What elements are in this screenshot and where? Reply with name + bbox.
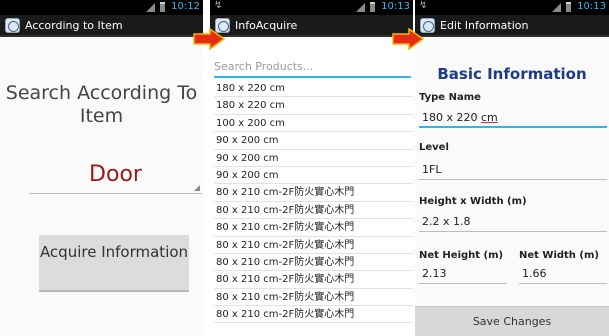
type-name-value: 180 x 220	[422, 111, 478, 124]
download-icon: ↯	[214, 0, 223, 11]
screen-title: InfoAcquire	[235, 19, 298, 32]
battery-icon	[160, 2, 165, 12]
height-width-field[interactable]: 2.2 x 1.8	[419, 212, 607, 232]
type-name-unit: cm	[481, 111, 498, 124]
dropdown-arrow-icon	[194, 185, 200, 191]
app-icon[interactable]	[5, 18, 20, 33]
status-bar: ↯ 10:13	[415, 0, 609, 15]
product-list: 180 x 220 cm 180 x 220 cm 100 x 200 cm 90 x…	[214, 80, 413, 324]
net-height-field[interactable]: 2.13	[419, 264, 507, 284]
list-item[interactable]: 80 x 210 cm-2F防火實心木門	[214, 237, 413, 254]
list-item[interactable]: 180 x 220 cm	[214, 80, 413, 98]
search-label: Search According To Item	[5, 82, 198, 127]
basic-information-heading: Basic Information	[437, 65, 587, 83]
list-item[interactable]: 90 x 200 cm	[214, 132, 413, 150]
status-time: 10:13	[381, 1, 410, 12]
screen-edit-information: ↯ 10:13 Edit Information Basic Informati…	[415, 0, 609, 336]
action-bar: According to Item	[0, 15, 203, 37]
list-item[interactable]: 80 x 210 cm-2F防火實心木門	[214, 254, 413, 272]
screen-info-acquire: ↯ 10:13 InfoAcquire 180 x 220 cm180 x 22…	[210, 0, 413, 336]
download-icon: ↯	[419, 0, 428, 11]
list-item[interactable]: 80 x 210 cm-2F防火實心木門	[214, 202, 413, 220]
level-label: Level	[419, 142, 449, 153]
net-height-label: Net Height (m)	[419, 250, 504, 261]
signal-icon	[551, 3, 561, 12]
list-item[interactable]: 180 x 220 cm	[214, 97, 413, 115]
signal-icon	[145, 3, 155, 12]
list-item[interactable]: 80 x 210 cm-2F防火實心木門	[214, 184, 413, 202]
screen-according-to-item: 10:12 According to Item Search According…	[0, 0, 203, 336]
screen-title: Edit Information	[440, 19, 529, 32]
list-item[interactable]: 80 x 210 cm-2F防火實心木門	[214, 271, 413, 289]
net-width-label: Net Width (m)	[519, 250, 599, 261]
action-bar: InfoAcquire	[210, 15, 413, 37]
list-item[interactable]: 100 x 200 cm	[214, 115, 413, 133]
signal-icon	[355, 3, 365, 12]
type-name-field[interactable]: 180 x 220 cm	[419, 108, 607, 128]
list-item[interactable]: 80 x 210 cm-2F防火實心木門	[214, 306, 413, 324]
item-spinner[interactable]: Door	[29, 160, 202, 194]
list-item[interactable]: 90 x 200 cm	[214, 150, 413, 167]
type-name-label: Type Name	[419, 92, 481, 103]
search-products-field[interactable]	[214, 58, 411, 78]
save-changes-button[interactable]: Save Changes	[415, 306, 609, 336]
list-item[interactable]: 90 x 200 cm	[214, 167, 413, 185]
net-width-field[interactable]: 1.66	[519, 264, 607, 284]
acquire-information-button[interactable]: Acquire Information	[39, 235, 189, 292]
list-item[interactable]: 80 x 210 cm-2F防火實心木門	[214, 289, 413, 307]
action-bar: Edit Information	[415, 15, 609, 37]
status-time: 10:13	[577, 1, 606, 12]
battery-icon	[566, 2, 571, 12]
selected-item: Door	[89, 162, 142, 187]
status-time: 10:12	[171, 1, 200, 12]
height-width-label: Height x Width (m)	[419, 196, 527, 207]
battery-icon	[370, 2, 375, 12]
list-item[interactable]: 80 x 210 cm-2F防火實心木門	[214, 219, 413, 237]
right-arrow-icon	[392, 28, 424, 50]
level-field[interactable]: 1FL	[419, 160, 607, 180]
right-arrow-icon	[193, 28, 225, 50]
status-bar: ↯ 10:13	[210, 0, 413, 15]
status-bar: 10:12	[0, 0, 203, 15]
screen-title: According to Item	[25, 19, 123, 32]
search-input[interactable]	[214, 58, 411, 73]
